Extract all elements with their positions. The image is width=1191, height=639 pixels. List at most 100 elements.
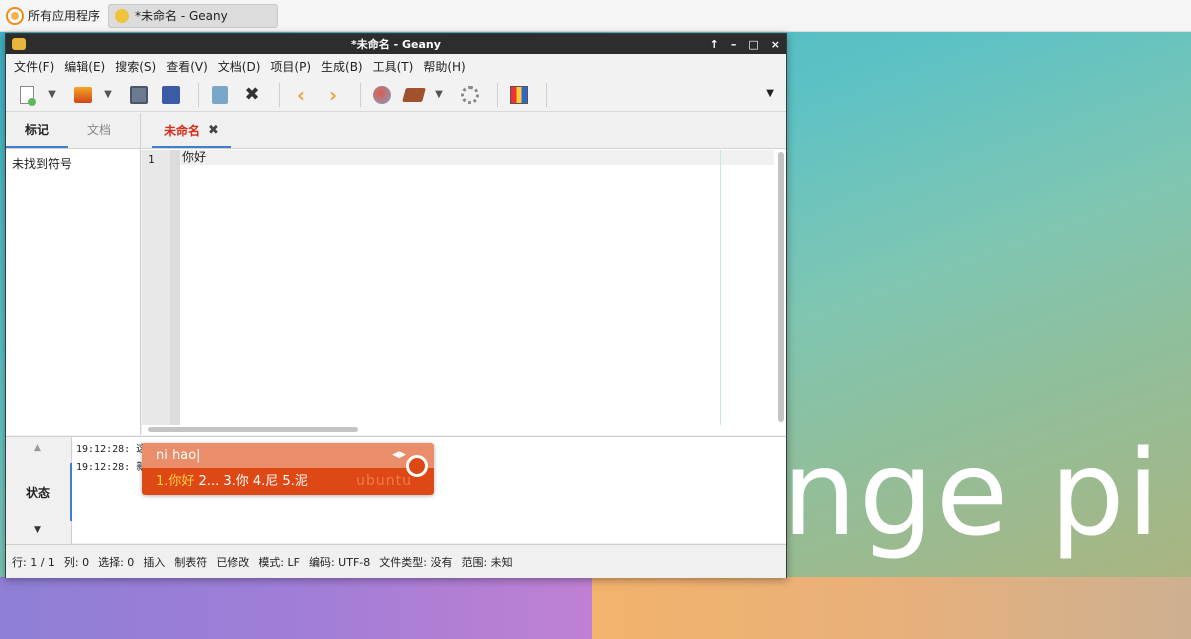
toolbar-separator — [279, 82, 280, 107]
navigate-forward-button[interactable]: › — [320, 82, 346, 108]
status-column: 列: 0 — [63, 555, 90, 569]
new-file-dropdown-button[interactable]: ▼ — [46, 82, 58, 108]
keep-above-button[interactable]: ↑ — [710, 38, 719, 51]
wallpaper-band-left — [0, 577, 592, 639]
toolbar-separator — [497, 82, 498, 107]
fold-margin — [170, 150, 180, 425]
long-line-marker — [720, 150, 721, 425]
maximize-button[interactable]: □ — [748, 38, 758, 51]
geany-window: *未命名 - Geany ↑ – □ × 文件(F) 编辑(E) 搜索(S) 查… — [5, 33, 787, 578]
tab-scroll-up-icon[interactable]: ▲ — [34, 443, 41, 453]
build-brick-icon — [402, 87, 426, 102]
gears-icon — [461, 85, 479, 104]
menu-tools[interactable]: 工具(T) — [369, 58, 418, 75]
menu-edit[interactable]: 编辑(E) — [60, 58, 109, 75]
open-file-button[interactable] — [70, 82, 96, 108]
status-filetype: 文件类型: 没有 — [379, 555, 453, 569]
menu-help[interactable]: 帮助(H) — [419, 58, 469, 75]
close-tab-icon[interactable]: ✖ — [208, 123, 219, 138]
ime-page-arrows-icon[interactable]: ◀▶ — [392, 443, 406, 468]
minimize-button[interactable]: – — [731, 38, 737, 51]
current-line: 你好 — [180, 150, 774, 165]
window-titlebar[interactable]: *未命名 - Geany ↑ – □ × — [6, 34, 786, 54]
top-taskbar: 所有应用程序 *未命名 - Geany — [0, 0, 1191, 32]
vertical-scrollbar[interactable] — [778, 152, 784, 422]
ubuntu-logo-icon — [406, 455, 428, 477]
ime-candidate-popup: ni hao| ◀▶ 1.你好 2... 3.你 4.尼 5.泥 ubuntu — [142, 443, 434, 495]
line-number-gutter: 1 — [142, 150, 170, 425]
status-modified: 已修改 — [216, 555, 250, 569]
open-folder-icon — [74, 86, 92, 103]
close-icon: ✖ — [244, 84, 260, 105]
ime-candidate-list: 1.你好 2... 3.你 4.尼 5.泥 ubuntu — [142, 468, 434, 495]
window-title: *未命名 - Geany — [351, 38, 441, 51]
horizontal-scrollbar[interactable] — [148, 427, 358, 432]
editor-text-area[interactable]: 1 你好 — [142, 150, 786, 435]
toolbar: ▼ ▼ ✖ ‹ › ▼ ▼ — [6, 78, 786, 112]
save-all-icon — [162, 85, 180, 104]
app-menu-icon — [6, 6, 24, 25]
save-icon — [130, 85, 148, 104]
save-button[interactable] — [126, 82, 152, 108]
new-file-button[interactable] — [14, 82, 40, 108]
editor-tabs: 未命名 ✖ — [142, 113, 786, 149]
status-scope: 范围: 未知 — [461, 555, 513, 569]
toolbar-overflow-button[interactable]: ▼ — [766, 88, 774, 99]
menu-build[interactable]: 生成(B) — [317, 58, 367, 75]
tab-scroll-down-icon[interactable]: ▼ — [34, 525, 41, 535]
build-dropdown-button[interactable]: ▼ — [433, 82, 445, 108]
navigate-back-button[interactable]: ‹ — [288, 82, 314, 108]
tab-symbols[interactable]: 标记 — [6, 113, 68, 148]
wallpaper-brand-text: nge pi — [782, 424, 1162, 562]
statusbar: 行: 1 / 1 列: 0 选择: 0 插入 制表符 已修改 模式: LF 编码… — [6, 544, 786, 578]
menu-search[interactable]: 搜索(S) — [111, 58, 160, 75]
sidebar: 标记 文档 未找到符号 — [6, 113, 141, 435]
status-eol: 模式: LF — [258, 555, 300, 569]
chevron-left-icon: ‹ — [296, 82, 306, 107]
menu-document[interactable]: 文档(D) — [214, 58, 265, 75]
document-tab-label: 未命名 — [164, 123, 201, 138]
status-log-line: 19:12:28: 新 — [76, 462, 147, 473]
tab-documents[interactable]: 文档 — [68, 113, 130, 148]
no-symbols-message: 未找到符号 — [12, 157, 73, 171]
status-log: 19:12:28: 这 19:12:28: 新 — [76, 441, 146, 477]
applications-menu-button[interactable]: 所有应用程序 — [0, 2, 104, 30]
taskbar-window-title: *未命名 - Geany — [135, 9, 228, 23]
ime-preedit-text: ni hao| — [156, 448, 201, 463]
save-all-button[interactable] — [158, 82, 184, 108]
revert-icon — [212, 85, 228, 104]
toolbar-separator — [198, 82, 199, 107]
build-button[interactable] — [401, 82, 427, 108]
ime-candidate-1[interactable]: 1.你好 — [156, 474, 194, 489]
line-number: 1 — [148, 153, 155, 166]
geany-icon — [115, 8, 130, 23]
taskbar-window-geany[interactable]: *未命名 - Geany — [108, 3, 279, 28]
new-file-icon — [20, 85, 36, 106]
chevron-right-icon: › — [328, 82, 338, 107]
close-window-button[interactable]: × — [771, 38, 780, 51]
sidebar-tabs: 标记 文档 — [6, 113, 140, 149]
status-encoding: 编码: UTF-8 — [308, 555, 371, 569]
close-file-button[interactable]: ✖ — [239, 82, 265, 108]
compile-button[interactable] — [369, 82, 395, 108]
status-selection: 选择: 0 — [98, 555, 135, 569]
applications-menu-label: 所有应用程序 — [28, 9, 101, 23]
revert-button[interactable] — [207, 82, 233, 108]
code-content[interactable]: 你好 — [180, 150, 774, 425]
menu-view[interactable]: 查看(V) — [162, 58, 212, 75]
tab-status[interactable]: 状态 — [6, 463, 72, 521]
color-chooser-button[interactable] — [506, 82, 532, 108]
toolbar-separator — [360, 82, 361, 107]
menu-project[interactable]: 项目(P) — [266, 58, 315, 75]
message-tabs: ▲ 状态 ▼ — [6, 437, 72, 544]
status-log-line: 19:12:28: 这 — [76, 444, 147, 455]
color-chooser-icon — [510, 85, 528, 104]
open-recent-dropdown-button[interactable]: ▼ — [102, 82, 114, 108]
run-button[interactable] — [457, 82, 483, 108]
status-line: 行: 1 / 1 — [12, 555, 55, 569]
menu-file[interactable]: 文件(F) — [10, 58, 58, 75]
editor-pane: 未命名 ✖ 1 你好 — [142, 113, 786, 435]
tab-untitled-document[interactable]: 未命名 ✖ — [152, 114, 231, 148]
ime-candidates-rest[interactable]: 2... 3.你 4.尼 5.泥 — [194, 474, 308, 489]
menubar: 文件(F) 编辑(E) 搜索(S) 查看(V) 文档(D) 项目(P) 生成(B… — [6, 54, 786, 78]
